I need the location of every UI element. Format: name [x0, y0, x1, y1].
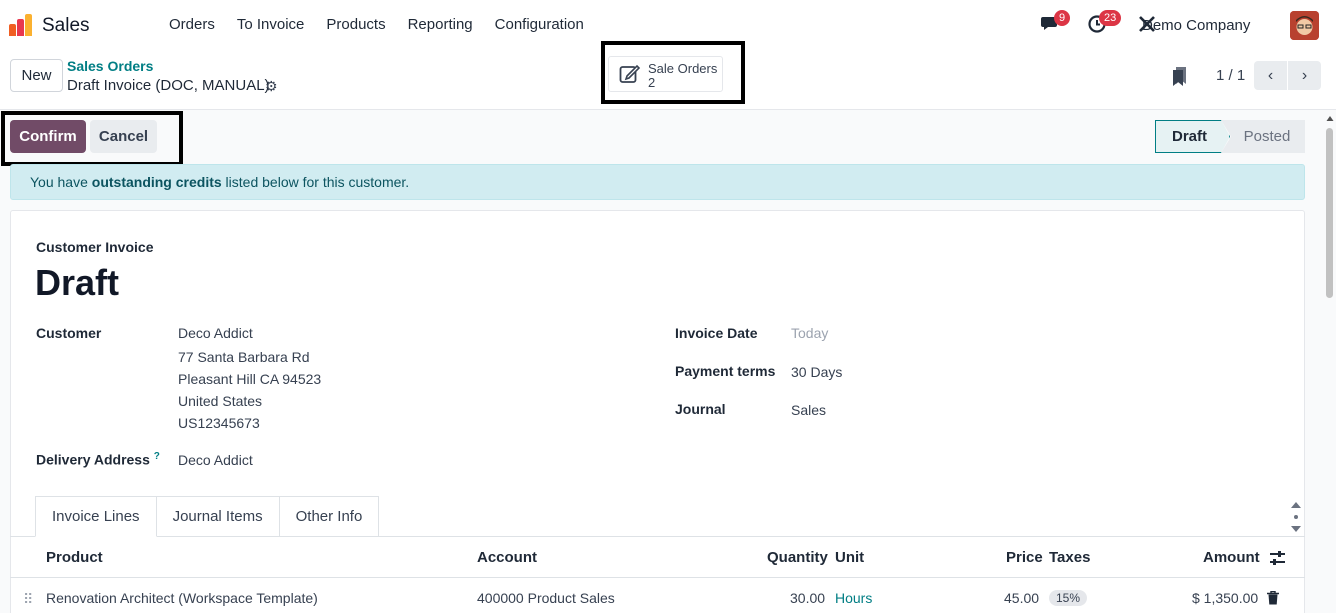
pager-value[interactable]: 1 / 1 — [1216, 67, 1245, 84]
column-header-price[interactable]: Price — [1006, 549, 1043, 566]
menu-orders[interactable]: Orders — [158, 16, 226, 33]
chevron-left-icon: ‹ — [1267, 66, 1274, 84]
form-sheet — [10, 210, 1305, 613]
activities-badge: 23 — [1099, 10, 1122, 26]
smart-button-count: 2 — [648, 75, 656, 90]
edit-icon — [619, 64, 641, 83]
invoice-date-label: Invoice Date — [675, 325, 758, 341]
outstanding-credits-alert: You have outstanding credits listed belo… — [10, 164, 1305, 200]
control-panel: New Sales Orders Draft Invoice (DOC, MAN… — [0, 41, 1336, 110]
document-type: Customer Invoice — [36, 239, 154, 255]
help-icon[interactable]: ? — [154, 451, 160, 462]
row-price[interactable]: 45.00 — [1004, 590, 1039, 606]
row-tax-badge[interactable]: 15% — [1049, 590, 1088, 606]
delivery-address-label: Delivery Address ? — [36, 451, 160, 468]
customer-address-city: Pleasant Hill CA 94523 — [178, 371, 322, 387]
confirm-button[interactable]: Confirm — [10, 120, 86, 153]
payment-terms-label: Payment terms — [675, 363, 776, 379]
row-quantity[interactable]: 30.00 — [790, 590, 825, 606]
drag-handle-icon[interactable]: ⠿ — [23, 591, 33, 608]
tab-journal-items[interactable]: Journal Items — [156, 496, 280, 537]
main-menu: Orders To Invoice Products Reporting Con… — [158, 16, 595, 33]
table-header-divider — [10, 577, 1305, 578]
row-account[interactable]: 400000 Product Sales — [477, 590, 615, 606]
odoo-logo-icon[interactable] — [9, 14, 33, 36]
delivery-address-field[interactable]: Deco Addict — [178, 452, 253, 468]
company-switcher[interactable]: Demo Company — [1142, 17, 1250, 34]
activities-button[interactable]: 23 — [1087, 10, 1122, 39]
breadcrumb-sales-orders[interactable]: Sales Orders — [67, 58, 153, 74]
avatar[interactable] — [1290, 11, 1319, 40]
tab-invoice-lines[interactable]: Invoice Lines — [35, 496, 157, 537]
column-header-amount[interactable]: Amount — [1203, 549, 1260, 566]
journal-field[interactable]: Sales — [791, 402, 826, 418]
journal-label: Journal — [675, 401, 726, 417]
menu-configuration[interactable]: Configuration — [484, 16, 595, 33]
row-amount: $ 1,350.00 — [1192, 590, 1259, 606]
column-header-account[interactable]: Account — [477, 549, 537, 566]
customer-name[interactable]: Deco Addict — [178, 325, 253, 341]
settings-sliders-icon[interactable] — [1269, 550, 1286, 566]
pager-next-button[interactable]: › — [1288, 61, 1321, 90]
column-header-quantity[interactable]: Quantity — [767, 549, 828, 566]
bookmark-icon[interactable] — [1172, 66, 1188, 86]
scrollbar-thumb[interactable] — [1326, 128, 1333, 298]
gear-icon[interactable]: ⚙ — [265, 78, 278, 95]
scroll-up-icon[interactable] — [1326, 115, 1334, 123]
page-title: Draft — [35, 262, 120, 303]
column-header-unit[interactable]: Unit — [835, 549, 864, 566]
column-header-taxes[interactable]: Taxes — [1049, 549, 1090, 566]
column-header-product[interactable]: Product — [46, 549, 103, 566]
smart-button-label: Sale Orders — [648, 61, 718, 76]
customer-address-street: 77 Santa Barbara Rd — [178, 349, 310, 365]
column-sort-arrows-icon[interactable] — [1289, 500, 1303, 534]
tab-other-info[interactable]: Other Info — [279, 496, 380, 537]
notebook-tabs: Invoice Lines Journal Items Other Info — [35, 496, 380, 537]
payment-terms-field[interactable]: 30 Days — [791, 364, 842, 380]
cancel-button[interactable]: Cancel — [90, 120, 157, 153]
row-unit[interactable]: Hours — [835, 590, 872, 606]
customer-label: Customer — [36, 325, 102, 341]
status-posted[interactable]: Posted — [1221, 120, 1305, 153]
sale-orders-smart-button[interactable]: Sale Orders 2 — [608, 56, 723, 92]
messages-button[interactable]: 9 — [1040, 10, 1071, 39]
chevron-right-icon: › — [1301, 66, 1308, 84]
pager-previous-button[interactable]: ‹ — [1254, 61, 1287, 90]
row-product[interactable]: Renovation Architect (Workspace Template… — [46, 590, 318, 606]
menu-to-invoice[interactable]: To Invoice — [226, 16, 316, 33]
menu-reporting[interactable]: Reporting — [397, 16, 484, 33]
customer-vat: US12345673 — [178, 415, 260, 431]
invoice-date-field[interactable]: Today — [791, 325, 828, 341]
new-button[interactable]: New — [10, 59, 63, 92]
status-draft[interactable]: Draft — [1155, 120, 1230, 153]
messages-badge: 9 — [1054, 10, 1071, 26]
app-name[interactable]: Sales — [42, 15, 90, 37]
trash-icon[interactable] — [1267, 591, 1279, 605]
breadcrumb-current: Draft Invoice (DOC, MANUAL) — [67, 77, 270, 94]
menu-products[interactable]: Products — [315, 16, 396, 33]
customer-address-country: United States — [178, 393, 263, 409]
